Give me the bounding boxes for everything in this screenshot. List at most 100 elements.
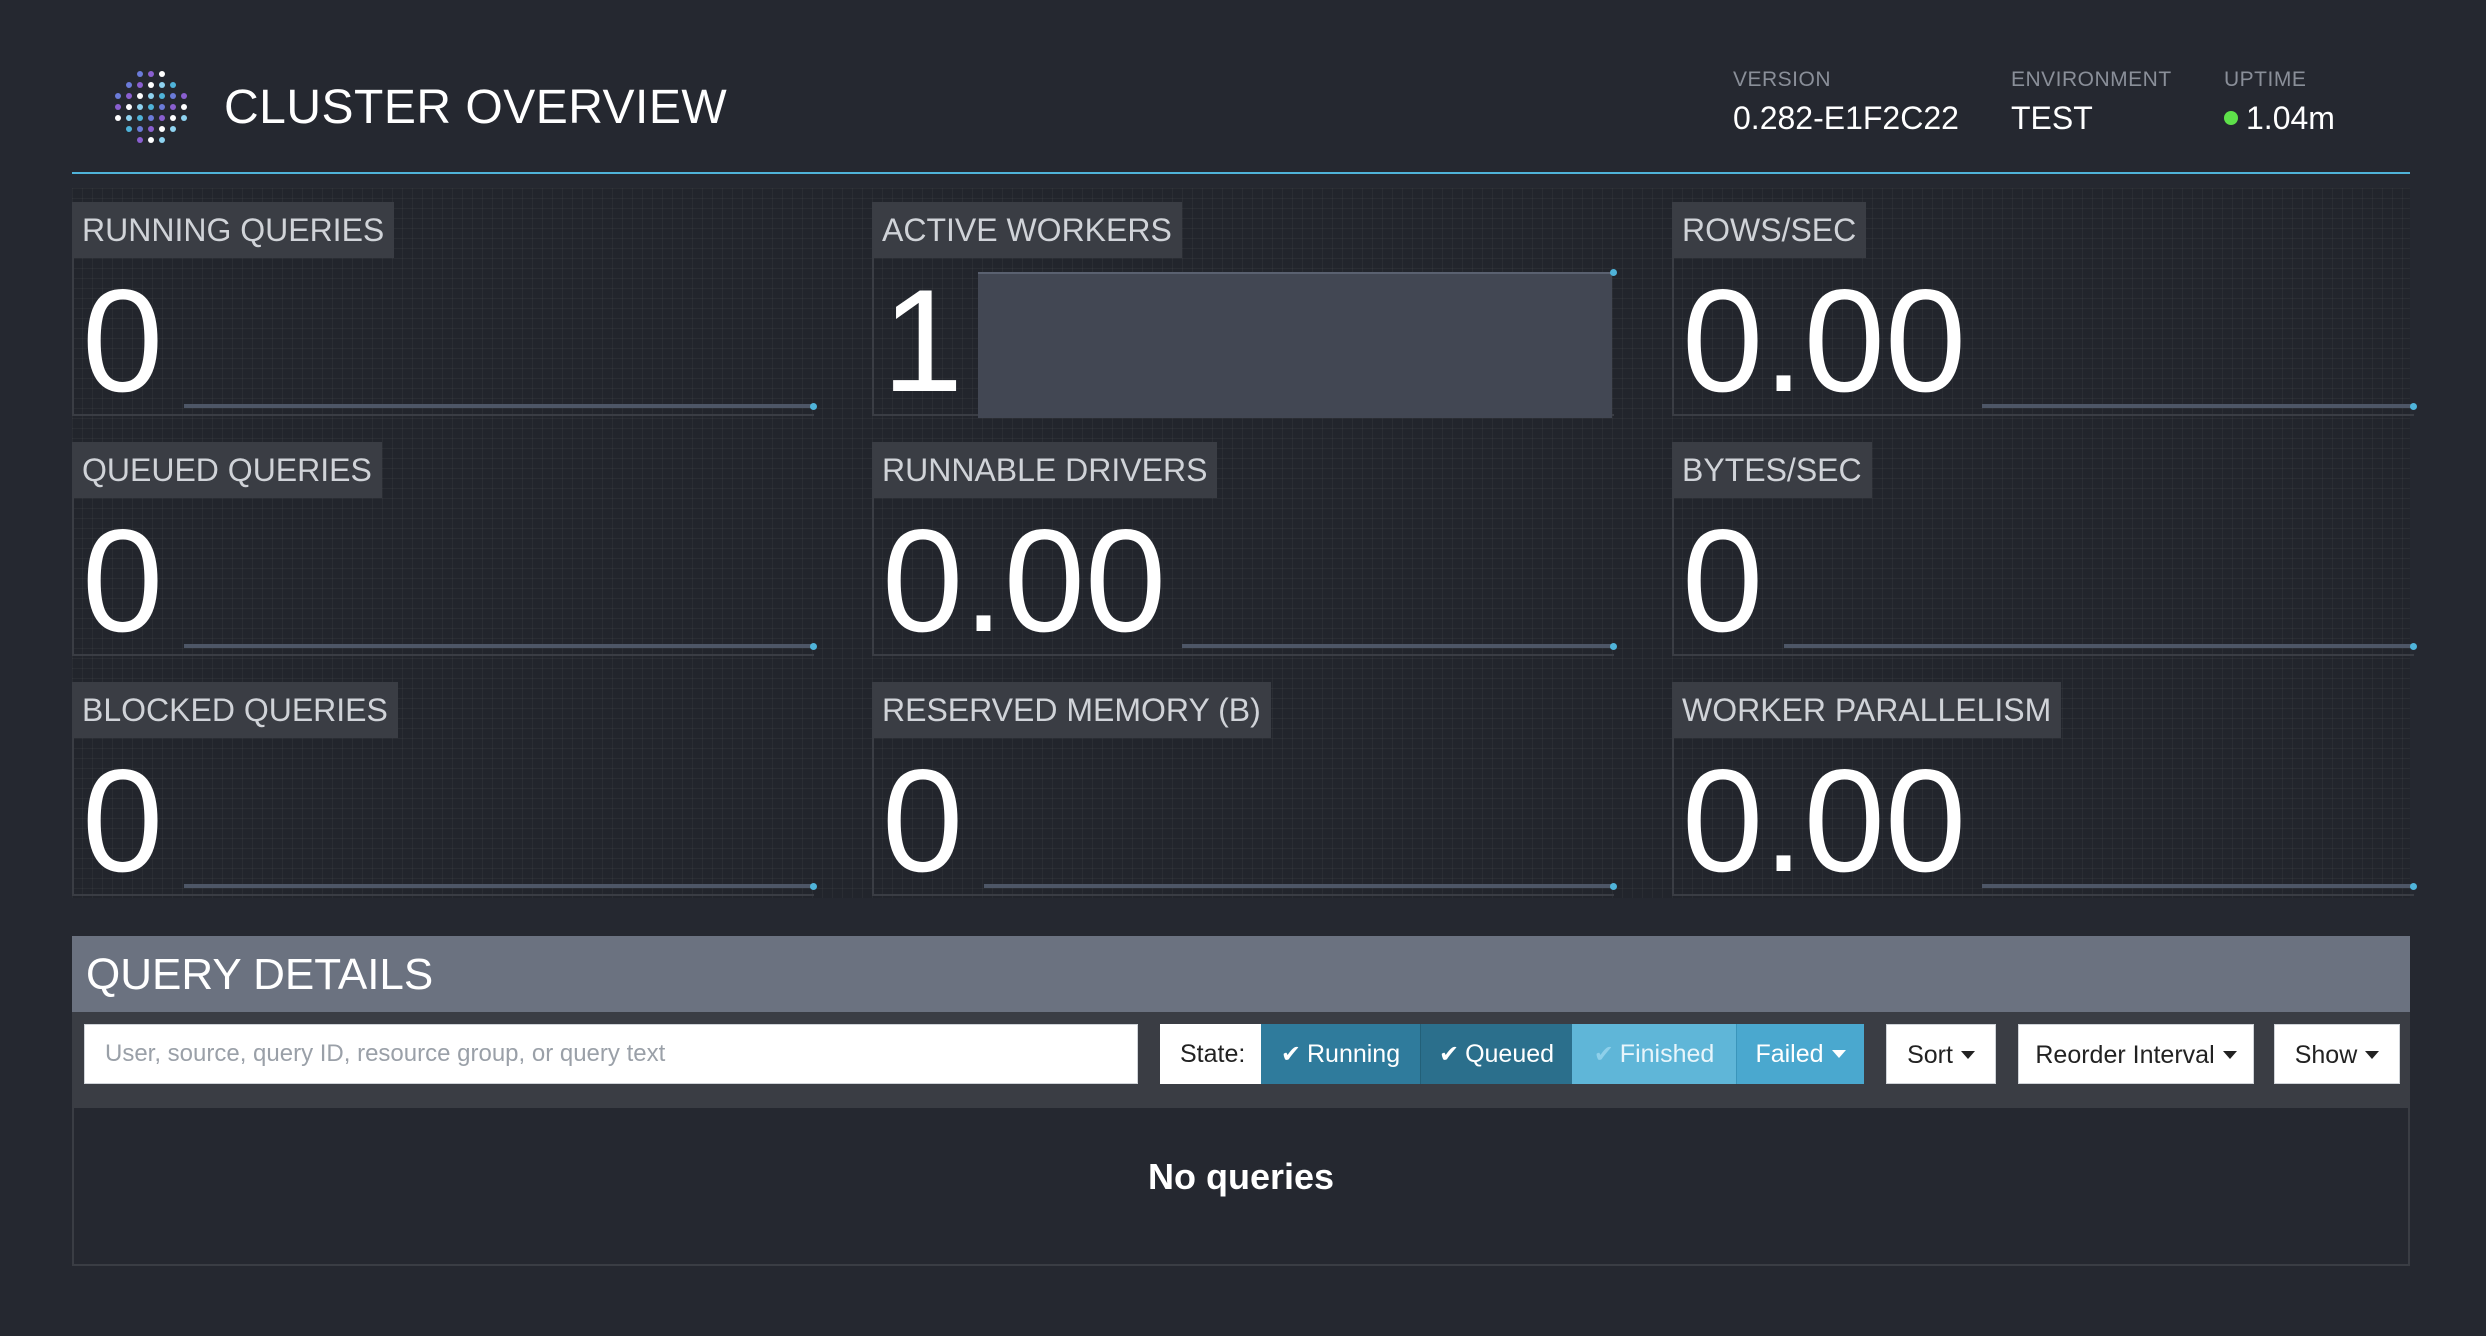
sparkline-end-dot <box>1610 269 1617 276</box>
state-label: State: <box>1160 1024 1266 1084</box>
metric-reserved-memory: RESERVED MEMORY (B) 0 <box>872 668 1617 896</box>
sort-label: Sort <box>1907 1041 1953 1069</box>
logo-dot <box>148 115 154 121</box>
logo-dot <box>181 104 187 110</box>
version-value: 0.282-E1F2C22 <box>1733 100 1959 136</box>
logo-dot <box>159 137 165 143</box>
metric-label: RESERVED MEMORY (B) <box>872 682 1271 738</box>
query-details-header: QUERY DETAILS <box>72 936 2410 1012</box>
metric-chart-area <box>872 738 1614 896</box>
metric-queued-queries: QUEUED QUERIES 0 <box>72 428 817 662</box>
sparkline-end-dot <box>810 643 817 650</box>
logo-dot <box>170 82 176 88</box>
caret-down-icon <box>1960 1051 1975 1059</box>
logo-dot <box>137 104 143 110</box>
logo-dot <box>159 71 165 77</box>
show-label: Show <box>2294 1041 2358 1069</box>
reorder-label: Reorder Interval <box>2035 1041 2215 1069</box>
caret-down-icon <box>2365 1051 2380 1059</box>
logo-dot <box>159 93 165 99</box>
logo-dot <box>181 93 187 99</box>
version-info: VERSION 0.282-E1F2C22 <box>1733 68 1959 137</box>
logo-dot <box>115 115 121 121</box>
logo-dot <box>159 115 165 121</box>
metric-value: 1 <box>882 259 964 422</box>
metric-chart-area <box>72 738 814 896</box>
sparkline <box>1182 644 1614 648</box>
metric-label: QUEUED QUERIES <box>72 442 382 498</box>
sparkline-end-dot <box>810 403 817 410</box>
metric-value: 0 <box>1682 499 1764 662</box>
metric-label: RUNNABLE DRIVERS <box>872 442 1218 498</box>
metric-label: ACTIVE WORKERS <box>872 202 1182 258</box>
filter-label: Running <box>1306 1040 1401 1068</box>
metric-label: RUNNING QUERIES <box>72 202 395 258</box>
version-label: VERSION <box>1733 68 1832 91</box>
metric-worker-parallelism: WORKER PARALLELISM 0.00 <box>1672 668 2417 902</box>
metric-value: 0.00 <box>1682 739 1967 902</box>
logo-dot <box>115 104 121 110</box>
metric-chart-area <box>1672 498 2414 656</box>
reorder-interval-dropdown[interactable]: Reorder Interval <box>2018 1024 2254 1084</box>
sparkline-end-dot <box>2410 883 2417 890</box>
metric-label: BLOCKED QUERIES <box>72 682 398 738</box>
logo-dot <box>159 126 165 132</box>
metric-label: BYTES/SEC <box>1672 442 1872 498</box>
environment-label: ENVIRONMENT <box>2011 68 2172 91</box>
page-title: CLUSTER OVERVIEW <box>224 81 728 134</box>
metric-blocked-queries: BLOCKED QUERIES 0 <box>72 668 817 902</box>
metric-rows-sec: ROWS/SEC 0.00 <box>1672 188 2417 422</box>
metric-running-queries: RUNNING QUERIES 0 <box>72 188 817 416</box>
filter-running-button[interactable]: ✔ Running <box>1261 1024 1420 1084</box>
uptime-info: UPTIME 1.04m <box>2224 68 2335 137</box>
logo-dot <box>126 104 132 110</box>
uptime-row: 1.04m <box>2224 100 2335 137</box>
query-filter-toolbar: State: ✔Running ✔Queued ✔Finished Failed… <box>72 1012 2410 1108</box>
logo-dot <box>170 126 176 132</box>
show-dropdown[interactable]: Show <box>2274 1024 2400 1084</box>
logo-dot <box>148 71 154 77</box>
sparkline <box>984 884 1614 888</box>
sparkline-end-dot <box>2410 643 2417 650</box>
filter-finished-button[interactable]: ✔ Finished <box>1572 1024 1736 1084</box>
logo-dot <box>126 93 132 99</box>
metric-value: 0 <box>82 499 164 662</box>
logo-dot <box>137 82 143 88</box>
logo-dot <box>115 93 121 99</box>
check-icon: ✔ <box>1593 1041 1614 1068</box>
sort-dropdown[interactable]: Sort <box>1886 1024 1996 1084</box>
metric-value: 0.00 <box>1682 259 1967 422</box>
caret-down-icon <box>2222 1051 2237 1059</box>
sparkline-area <box>978 272 1612 418</box>
logo-dot <box>170 93 176 99</box>
sparkline <box>1982 404 2414 408</box>
cluster-overview-page: CLUSTER OVERVIEW VERSION 0.282-E1F2C22 E… <box>0 0 2486 1336</box>
empty-queries-message: No queries <box>1147 1156 1335 1197</box>
filter-label: Queued <box>1465 1040 1555 1068</box>
presto-logo-icon <box>115 71 187 143</box>
metric-bytes-sec: BYTES/SEC 0 <box>1672 428 2417 662</box>
sparkline <box>1982 884 2414 888</box>
sparkline-end-dot <box>1610 883 1617 890</box>
logo-dot <box>126 126 132 132</box>
filter-failed-dropdown[interactable]: Failed <box>1736 1024 1864 1084</box>
metric-runnable-drivers: RUNNABLE DRIVERS 0.00 <box>872 428 1617 656</box>
environment-info: ENVIRONMENT TEST <box>2011 68 2172 137</box>
caret-down-icon <box>1831 1050 1846 1058</box>
page-header: CLUSTER OVERVIEW VERSION 0.282-E1F2C22 E… <box>72 40 2410 174</box>
sparkline-end-dot <box>2410 403 2417 410</box>
sparkline <box>184 404 814 408</box>
metric-value: 0 <box>82 739 164 902</box>
query-search-input[interactable] <box>84 1024 1138 1084</box>
metric-active-workers: ACTIVE WORKERS 1 <box>872 188 1617 422</box>
filter-label: Failed <box>1755 1040 1824 1068</box>
filter-queued-button[interactable]: ✔ Queued <box>1420 1024 1572 1084</box>
logo-dot <box>181 115 187 121</box>
uptime-label: UPTIME <box>2224 68 2307 91</box>
logo-dot <box>148 93 154 99</box>
logo-dot <box>126 115 132 121</box>
uptime-value: 1.04m <box>2246 100 2335 136</box>
sparkline <box>184 644 814 648</box>
status-dot-icon <box>2224 111 2238 125</box>
logo-dot <box>170 104 176 110</box>
